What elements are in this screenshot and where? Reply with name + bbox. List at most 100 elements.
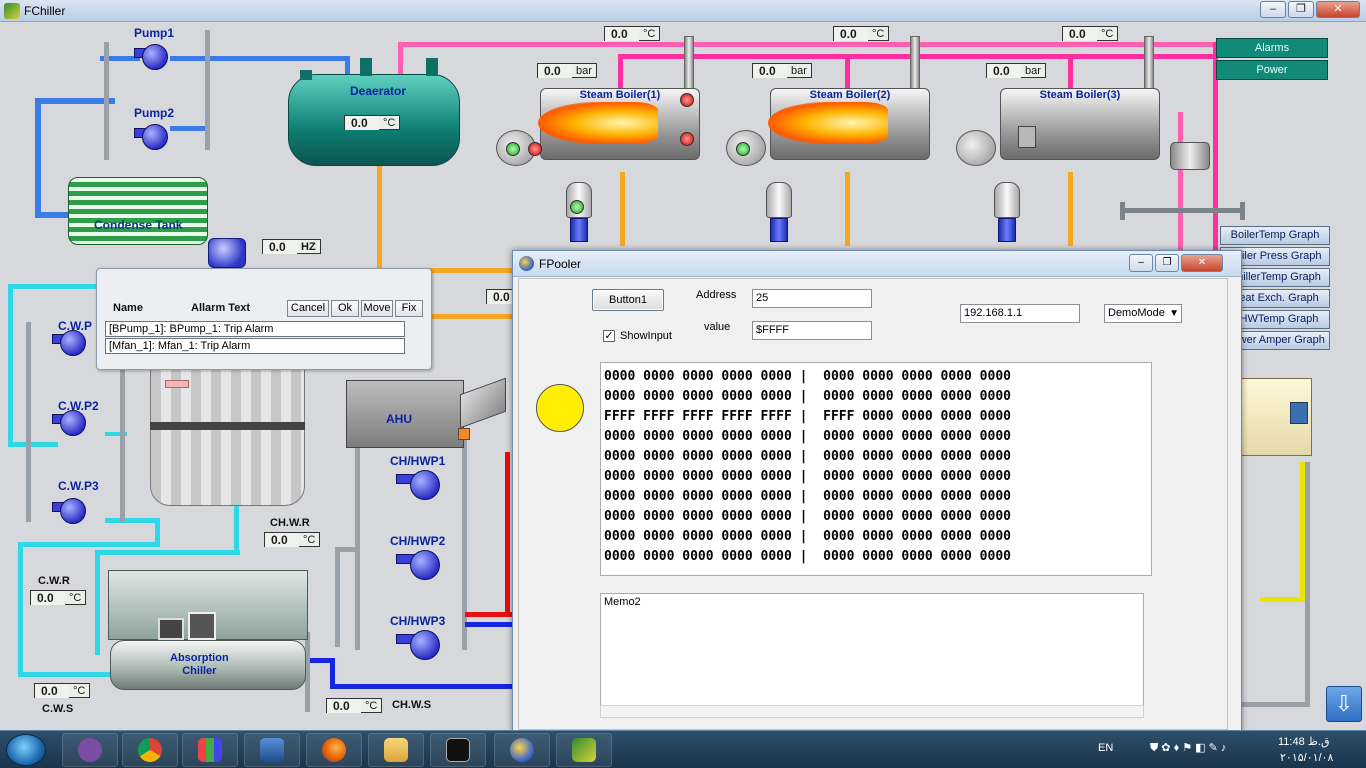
minimize-button[interactable]: ‒ [1260,1,1286,18]
boiler2-press-readout: 0.0 bar [752,63,812,78]
window-title: FChiller [24,4,66,18]
showinput-checkbox[interactable]: ✓ [603,330,615,342]
alarm-move-button[interactable]: Move [361,300,393,317]
cwp1-icon[interactable] [52,328,88,358]
memo-hscrollbar[interactable] [600,705,1144,718]
steam-valve-motor[interactable] [1170,142,1210,170]
chwr-label: CH.W.R [270,517,310,529]
boiler1-label: Steam Boiler(1) [579,89,661,101]
boiler2-temp-readout: 0.0 °C [833,26,890,41]
register-data-grid: 0000 0000 0000 0000 0000 | 0000 0000 000… [600,362,1152,576]
alarm-row[interactable]: [Mfan_1]: Mfan_1: Trip Alarm [105,338,405,354]
boiler3-label: Steam Boiler(3) [1039,89,1121,101]
cwp3-icon[interactable] [52,496,88,526]
chevron-down-icon: ▼ [1169,308,1179,319]
address-field[interactable]: 25 [752,289,872,308]
chwr-readout: 0.0 °C [264,532,321,547]
alarm-col-name: Name [113,302,143,314]
scroll-down-icon[interactable]: ⇩ [1326,686,1362,722]
start-button[interactable] [6,734,46,766]
boiler3-temp-readout: 0.0 °C [1062,26,1119,41]
chwp3-icon[interactable] [396,628,448,660]
button1[interactable]: Button1 [592,289,664,311]
showinput-label: ShowInput [620,330,672,342]
deaerator-label: Deaerator [350,84,407,98]
fpooler-close-button[interactable]: ✕ [1181,254,1223,272]
boiler-temp-graph-button[interactable]: BoilerTemp Graph [1220,226,1330,245]
taskbar-explorer[interactable] [368,733,424,767]
fpooler-title: FPooler [539,257,582,271]
alarm-fix-button[interactable]: Fix [395,300,423,317]
ahu-label: AHU [386,412,412,426]
fpooler-maximize-button[interactable]: ❐ [1155,254,1179,272]
fchiller-app-icon [4,3,20,19]
taskbar-fchiller[interactable] [556,733,612,767]
chwp1-label: CH/HWP1 [390,454,446,468]
burner1-trip-indicator [528,142,542,156]
taskbar-viber[interactable] [62,733,118,767]
fpooler-app-icon [519,256,534,271]
clock-time[interactable]: 11:48 ق.ظ [1278,735,1330,748]
taskbar-apps[interactable] [182,733,238,767]
chiller-controller-icon [188,612,216,640]
chws-label: CH.W.S [392,699,432,711]
boiler1-alarm-indicator [680,93,694,107]
chwp2-label: CH/HWP2 [390,534,446,548]
close-button[interactable]: ✕ [1316,1,1360,18]
maximize-button[interactable]: ❐ [1288,1,1314,18]
taskbar-chrome[interactable] [122,733,178,767]
boiler2-label: Steam Boiler(2) [809,89,891,101]
taskbar-network[interactable] [244,733,300,767]
pump1-icon[interactable] [134,42,170,72]
burner2-run-indicator [736,142,750,156]
register-line: 0000 0000 0000 0000 0000 | 0000 0000 000… [604,469,1011,484]
taskbar-firefox[interactable] [306,733,362,767]
clock-date[interactable]: ۲۰۱۵/۰۱/۰۸ [1280,751,1333,764]
chwp1-icon[interactable] [396,468,448,500]
steam-boiler-3[interactable]: Steam Boiler(3) [1000,88,1160,160]
feed-pump-2[interactable] [766,182,792,242]
feed-pump-3[interactable] [994,182,1020,242]
cwp3-label: C.W.P3 [58,479,99,493]
language-indicator[interactable]: EN [1098,742,1113,754]
flame-icon-2 [768,102,888,144]
alarm-cancel-button[interactable]: Cancel [287,300,329,317]
boiler3-burner-fan[interactable] [956,130,996,166]
burner1-run-indicator [506,142,520,156]
mode-select[interactable]: DemoMode ▼ [1104,304,1182,323]
fan-motor-icon[interactable] [208,238,246,268]
condense-tank[interactable] [68,177,208,245]
fpooler-minimize-button[interactable]: ‒ [1129,254,1153,272]
taskbar-fpooler[interactable] [494,733,550,767]
value-label: value [704,321,731,333]
power-button[interactable]: Power [1216,60,1328,80]
cws-readout: 0.0 °C [34,683,91,698]
feed-pump1-run-indicator [570,200,584,214]
boiler1-temp-readout: 0.0 °C [604,26,661,41]
status-indicator [536,384,584,432]
register-line: 0000 0000 0000 0000 0000 | 0000 0000 000… [604,449,1011,464]
alarm-row[interactable]: [BPump_1]: BPump_1: Trip Alarm [105,321,405,337]
register-line: 0000 0000 0000 0000 0000 | 0000 0000 000… [604,549,1011,564]
value-field[interactable]: $FFFF [752,321,872,340]
taskbar-cmd[interactable] [430,733,486,767]
tray-icons[interactable]: ⛊ ✿ ♦ ⚑ ◧ ✎ ♪ [1150,741,1260,759]
register-line: FFFF FFFF FFFF FFFF FFFF | FFFF 0000 000… [604,409,1011,424]
boiler1-alarm-indicator-2 [680,132,694,146]
ip-field[interactable]: 192.168.1.1 [960,304,1080,323]
chiller-panel-icon [158,618,184,640]
cwr-readout: 0.0 °C [30,590,87,605]
cwr-label: C.W.R [38,575,70,587]
pump1-label: Pump1 [134,26,175,40]
chwp2-icon[interactable] [396,548,448,580]
boiler3-press-readout: 0.0 bar [986,63,1046,78]
cwp2-icon[interactable] [52,408,88,438]
alarms-button[interactable]: Alarms [1216,38,1328,58]
alarm-ok-button[interactable]: Ok [331,300,359,317]
pump2-icon[interactable] [134,122,170,152]
memo2-textarea[interactable]: Memo2 [600,593,1144,717]
flame-icon [538,102,658,144]
fpooler-titlebar: FPooler ‒ ❐ ✕ [513,251,1241,277]
mode-select-value: DemoMode [1108,307,1165,319]
hz-readout: 0.0 HZ [262,239,321,254]
